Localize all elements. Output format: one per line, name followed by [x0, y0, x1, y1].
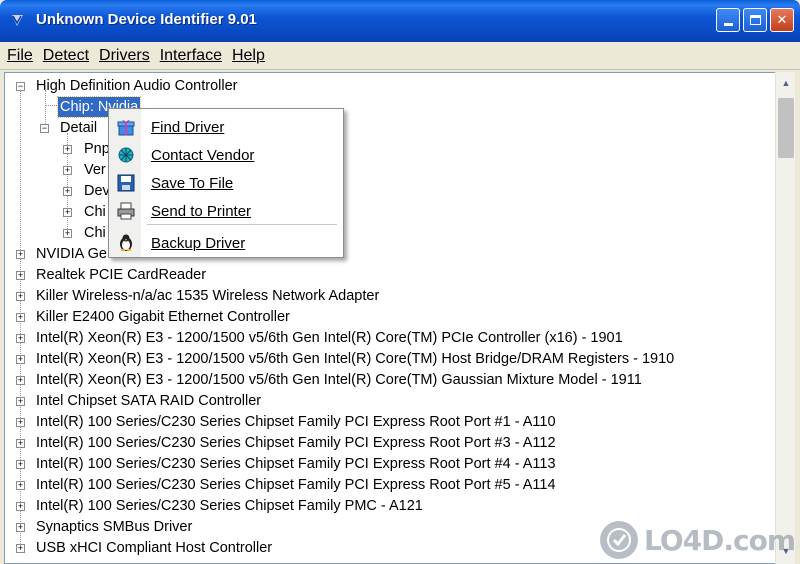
menu-item-label: Backup Driver — [151, 234, 246, 252]
tree-item-device[interactable]: Killer E2400 Gigabit Ethernet Controller — [36, 307, 290, 327]
menu-item-label: Send to Printer — [151, 202, 252, 220]
tree-item-device[interactable]: Intel(R) 100 Series/C230 Series Chipset … — [36, 433, 556, 453]
vertical-scrollbar[interactable]: ▲ ▼ — [775, 72, 795, 564]
expand-toggle[interactable]: + — [16, 523, 25, 532]
tree-item-detail-child[interactable]: Chi — [84, 223, 106, 243]
collapse-toggle[interactable]: − — [40, 124, 49, 133]
tree-item-device[interactable]: Intel(R) 100 Series/C230 Series Chipset … — [36, 454, 556, 474]
tree-item-detail[interactable]: Detail — [60, 118, 97, 138]
app-icon — [12, 15, 23, 26]
menu-item-label: Find Driver — [151, 118, 225, 136]
tree-item-device[interactable]: USB xHCI Compliant Host Controller — [36, 538, 272, 558]
watermark-text: LO4D.com — [644, 523, 796, 557]
menu-item-find-driver[interactable]: Find Driver — [109, 113, 343, 141]
scroll-up-icon[interactable]: ▲ — [777, 74, 795, 92]
menu-interface[interactable]: Interface — [155, 47, 227, 65]
expand-toggle[interactable]: + — [63, 166, 72, 175]
menu-bar: File Detect Drivers Interface Help — [0, 42, 800, 70]
tree-item-detail-child[interactable]: Dev — [84, 181, 110, 201]
expand-toggle[interactable]: + — [63, 229, 72, 238]
tree-item-device[interactable]: NVIDIA Ge — [36, 244, 107, 264]
window-title: Unknown Device Identifier 9.01 — [36, 11, 257, 28]
expand-toggle[interactable]: + — [16, 502, 25, 511]
menu-file[interactable]: File — [2, 47, 38, 65]
close-button[interactable]: ✕ — [770, 8, 794, 32]
expand-toggle[interactable]: + — [63, 145, 72, 154]
gift-icon — [115, 116, 137, 138]
context-menu: Find Driver Contact Vendor Save To File — [108, 108, 344, 258]
floppy-disk-icon — [115, 172, 137, 194]
tree-item-detail-child[interactable]: Ver — [84, 160, 106, 180]
menu-drivers[interactable]: Drivers — [94, 47, 155, 65]
tree-item-device[interactable]: Intel(R) Xeon(R) E3 - 1200/1500 v5/6th G… — [36, 349, 674, 369]
expand-toggle[interactable]: + — [16, 271, 25, 280]
menu-item-label: Contact Vendor — [151, 146, 255, 164]
expand-toggle[interactable]: + — [16, 460, 25, 469]
printer-icon — [115, 200, 137, 222]
tree-item-device[interactable]: Intel(R) Xeon(R) E3 - 1200/1500 v5/6th G… — [36, 370, 642, 390]
watermark-logo-icon — [600, 521, 638, 559]
minimize-button[interactable] — [716, 8, 740, 32]
tree-item-device[interactable]: Synaptics SMBus Driver — [36, 517, 192, 537]
tree-item-device[interactable]: Intel(R) Xeon(R) E3 - 1200/1500 v5/6th G… — [36, 328, 623, 348]
expand-toggle[interactable]: + — [16, 250, 25, 259]
tree-item-root[interactable]: High Definition Audio Controller — [36, 76, 238, 96]
tree-item-device[interactable]: Intel(R) 100 Series/C230 Series Chipset … — [36, 412, 556, 432]
tree-item-device[interactable]: Intel(R) 100 Series/C230 Series Chipset … — [36, 475, 556, 495]
expand-toggle[interactable]: + — [16, 481, 25, 490]
menu-separator — [147, 224, 337, 225]
maximize-button[interactable] — [743, 8, 767, 32]
expand-toggle[interactable]: + — [16, 418, 25, 427]
expand-toggle[interactable]: + — [16, 334, 25, 343]
expand-toggle[interactable]: + — [16, 376, 25, 385]
expand-toggle[interactable]: + — [16, 292, 25, 301]
menu-item-label: Save To File — [151, 174, 234, 192]
tree-item-device[interactable]: Intel(R) 100 Series/C230 Series Chipset … — [36, 496, 423, 516]
expand-toggle[interactable]: + — [16, 439, 25, 448]
expand-toggle[interactable]: + — [16, 544, 25, 553]
penguin-icon — [115, 232, 137, 254]
tree-item-device[interactable]: Realtek PCIE CardReader — [36, 265, 206, 285]
menu-item-send-to-printer[interactable]: Send to Printer — [109, 197, 343, 225]
expand-toggle[interactable]: + — [16, 313, 25, 322]
menu-item-save-to-file[interactable]: Save To File — [109, 169, 343, 197]
network-icon — [115, 144, 137, 166]
scroll-thumb[interactable] — [778, 98, 794, 158]
menu-item-contact-vendor[interactable]: Contact Vendor — [109, 141, 343, 169]
expand-toggle[interactable]: + — [16, 355, 25, 364]
title-bar: Unknown Device Identifier 9.01 ✕ — [0, 0, 800, 42]
menu-detect[interactable]: Detect — [38, 47, 94, 65]
menu-item-backup-driver[interactable]: Backup Driver — [109, 229, 343, 257]
tree-item-detail-child[interactable]: Chi — [84, 202, 106, 222]
expand-toggle[interactable]: + — [16, 397, 25, 406]
watermark: LO4D.com — [600, 520, 796, 560]
tree-item-detail-child[interactable]: Pnp — [84, 139, 110, 159]
tree-line — [45, 105, 57, 106]
expand-toggle[interactable]: + — [63, 208, 72, 217]
collapse-toggle[interactable]: − — [16, 82, 25, 91]
tree-item-device[interactable]: Killer Wireless-n/a/ac 1535 Wireless Net… — [36, 286, 379, 306]
expand-toggle[interactable]: + — [63, 187, 72, 196]
menu-help[interactable]: Help — [227, 47, 270, 65]
tree-item-device[interactable]: Intel Chipset SATA RAID Controller — [36, 391, 261, 411]
